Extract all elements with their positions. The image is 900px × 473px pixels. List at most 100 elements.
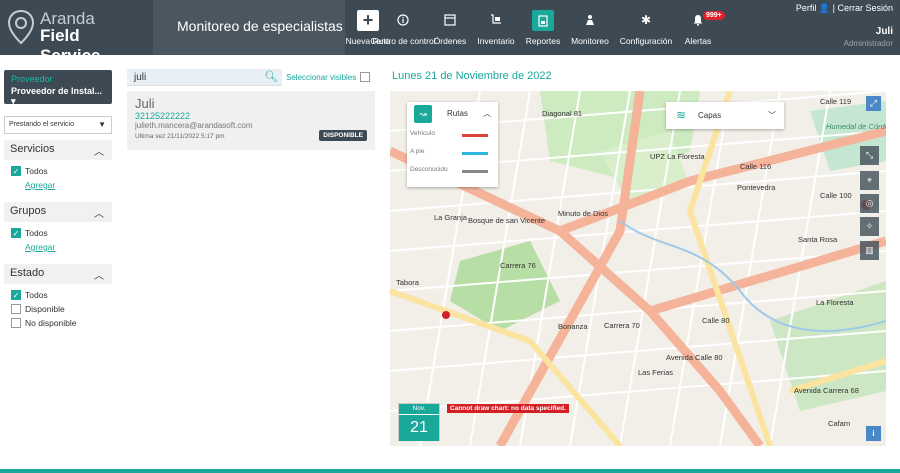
checkbox-label: Disponible	[25, 304, 65, 314]
alerts-count-badge: 999+	[703, 11, 725, 20]
caret-down-icon: ▼	[98, 120, 106, 129]
section-estado: Estado ︿ ✓ Todos Disponible No disponible	[4, 264, 112, 338]
provider-value: Proveedor de Instal... ▾	[11, 86, 105, 107]
specialist-phone[interactable]: 32125222222	[135, 111, 367, 121]
crosshair-icon[interactable]: ⌖	[860, 171, 879, 190]
nav-inventario[interactable]: Inventario	[472, 0, 520, 55]
provider-label: Proveedor	[11, 74, 53, 84]
layers-title: Capas	[698, 111, 722, 120]
section-title: Servicios	[10, 143, 55, 155]
legend-a-pie: A pie	[407, 144, 498, 162]
search-input[interactable]: juli 🔍︎	[127, 69, 282, 86]
nav-alertas[interactable]: 999+ Alertas	[678, 0, 725, 55]
checkbox-checked-icon: ✓	[11, 290, 21, 300]
expand-icon[interactable]: ⤡	[860, 146, 879, 165]
map-label: Calle 100	[820, 191, 852, 200]
specialist-name: Juli	[135, 96, 155, 111]
specialist-list: juli 🔍︎ Seleccionar visibles Juli 321252…	[127, 69, 375, 150]
map-label: Cafam	[828, 419, 851, 428]
calendar-month: Nov.	[399, 404, 439, 414]
checkbox-unchecked-icon	[360, 72, 371, 82]
servicios-todos-checkbox[interactable]: ✓ Todos	[11, 166, 106, 176]
section-grupos-body: ✓ Todos Agregar	[4, 222, 112, 258]
search-value: juli	[134, 72, 147, 83]
nav-centro-control[interactable]: Centro de control	[370, 0, 436, 55]
specialist-card[interactable]: Juli 32125222222 julieth.mancera@arandas…	[127, 91, 375, 150]
map-label: Calle 119	[820, 97, 852, 106]
top-bar: Aranda Field Service Monitoreo de especi…	[0, 0, 900, 65]
locate-icon[interactable]: ◎	[860, 194, 879, 213]
nav-label: Monitoreo	[571, 36, 609, 46]
user-icon: 👤	[818, 3, 833, 13]
grupos-todos-checkbox[interactable]: ✓ Todos	[11, 228, 106, 238]
legend-swatch	[462, 170, 488, 173]
map-label: La Granja	[434, 213, 467, 222]
routes-title: Rutas	[447, 109, 468, 118]
legend-desconocido: Desconocido	[407, 162, 498, 180]
buildings-icon[interactable]: ▥	[860, 241, 879, 260]
map-label: Carrera 76	[500, 261, 536, 270]
legend-vehiculo: Vehículo	[407, 126, 498, 144]
nav-ordenes[interactable]: Órdenes	[428, 0, 472, 55]
checkbox-checked-icon: ✓	[11, 228, 21, 238]
info-icon[interactable]: i	[866, 426, 881, 441]
calendar-widget[interactable]: Nov. 21	[398, 403, 440, 441]
nav-monitoreo[interactable]: Monitoreo	[566, 0, 614, 55]
map-label: Bonanza	[558, 322, 588, 331]
chevron-up-icon: ︿	[94, 271, 104, 282]
location-pin-logo-icon	[8, 10, 34, 44]
compass-icon[interactable]: ✧	[860, 217, 879, 236]
service-status-value: Prestando el servicio	[9, 121, 74, 128]
checkbox-unchecked-icon	[11, 318, 21, 328]
grupos-agregar-link[interactable]: Agregar	[25, 242, 106, 252]
fullscreen-icon[interactable]: ⤢	[866, 96, 881, 111]
nav-configuracion[interactable]: ✱ Configuración	[614, 0, 678, 55]
chevron-up-icon: ︿	[483, 109, 491, 118]
app-logo[interactable]: Aranda Field Service	[8, 8, 143, 65]
section-title: Estado	[10, 267, 45, 279]
map-label: Bosque de san Vicente	[468, 216, 546, 225]
page-title-box: Monitoreo de especialistas	[153, 0, 345, 55]
plus-icon: +	[357, 10, 379, 31]
caret-down-icon: ▾	[11, 96, 16, 106]
legend-swatch	[462, 134, 488, 137]
routes-panel: ↝ Rutas ︿ Vehículo A pie Desconocido	[407, 102, 498, 187]
user-area: Perfil 👤 | Cerrar Sesión Juli Administra…	[796, 3, 893, 48]
nav-label: Inventario	[477, 36, 515, 46]
chart-error-message: Cannot draw chart: no data specified.	[447, 404, 569, 413]
estado-todos-checkbox[interactable]: ✓ Todos	[11, 290, 106, 300]
service-status-select[interactable]: Prestando el servicio ▼	[4, 116, 112, 134]
map-label: Pontevedra	[737, 183, 776, 192]
section-servicios-header[interactable]: Servicios ︿	[4, 140, 112, 160]
legend-swatch	[462, 152, 488, 155]
estado-disponible-checkbox[interactable]: Disponible	[11, 304, 106, 314]
section-estado-header[interactable]: Estado ︿	[4, 264, 112, 284]
nav-label: Centro de control	[370, 36, 436, 46]
nav-reportes[interactable]: Reportes	[520, 0, 566, 55]
nav-label: Configuración	[619, 36, 673, 46]
layers-panel[interactable]: ≋ Capas ﹀	[666, 102, 784, 129]
map-label: Calle 80	[702, 316, 730, 325]
section-grupos-header[interactable]: Grupos ︿	[4, 202, 112, 222]
filter-panel: Proveedor Proveedor de Instal... ▾ Prest…	[4, 70, 112, 338]
servicios-agregar-link[interactable]: Agregar	[25, 180, 106, 190]
estado-no-disponible-checkbox[interactable]: No disponible	[11, 318, 106, 328]
provider-selector[interactable]: Proveedor Proveedor de Instal... ▾	[4, 70, 112, 107]
select-visible-checkbox[interactable]: Seleccionar visibles	[286, 72, 371, 82]
checkbox-unchecked-icon	[11, 304, 21, 314]
logo-text-field-service: Field Service	[40, 26, 101, 65]
routes-panel-header[interactable]: ↝ Rutas ︿	[407, 102, 498, 126]
map-label: Carrera 70	[604, 321, 640, 330]
chevron-down-icon: ﹀	[768, 111, 776, 120]
orders-icon	[440, 11, 460, 29]
layers-icon: ≋	[676, 108, 687, 122]
profile-link[interactable]: Perfil	[796, 3, 817, 13]
checkbox-checked-icon: ✓	[11, 166, 21, 176]
search-icon[interactable]: 🔍︎	[264, 70, 278, 83]
map-date: Lunes 21 de Noviembre de 2022	[392, 70, 552, 82]
section-title: Grupos	[10, 205, 47, 217]
logout-link[interactable]: Cerrar Sesión	[837, 3, 893, 13]
route-icon: ↝	[414, 105, 432, 123]
map-label: La Floresta	[816, 298, 854, 307]
section-grupos: Grupos ︿ ✓ Todos Agregar	[4, 202, 112, 258]
